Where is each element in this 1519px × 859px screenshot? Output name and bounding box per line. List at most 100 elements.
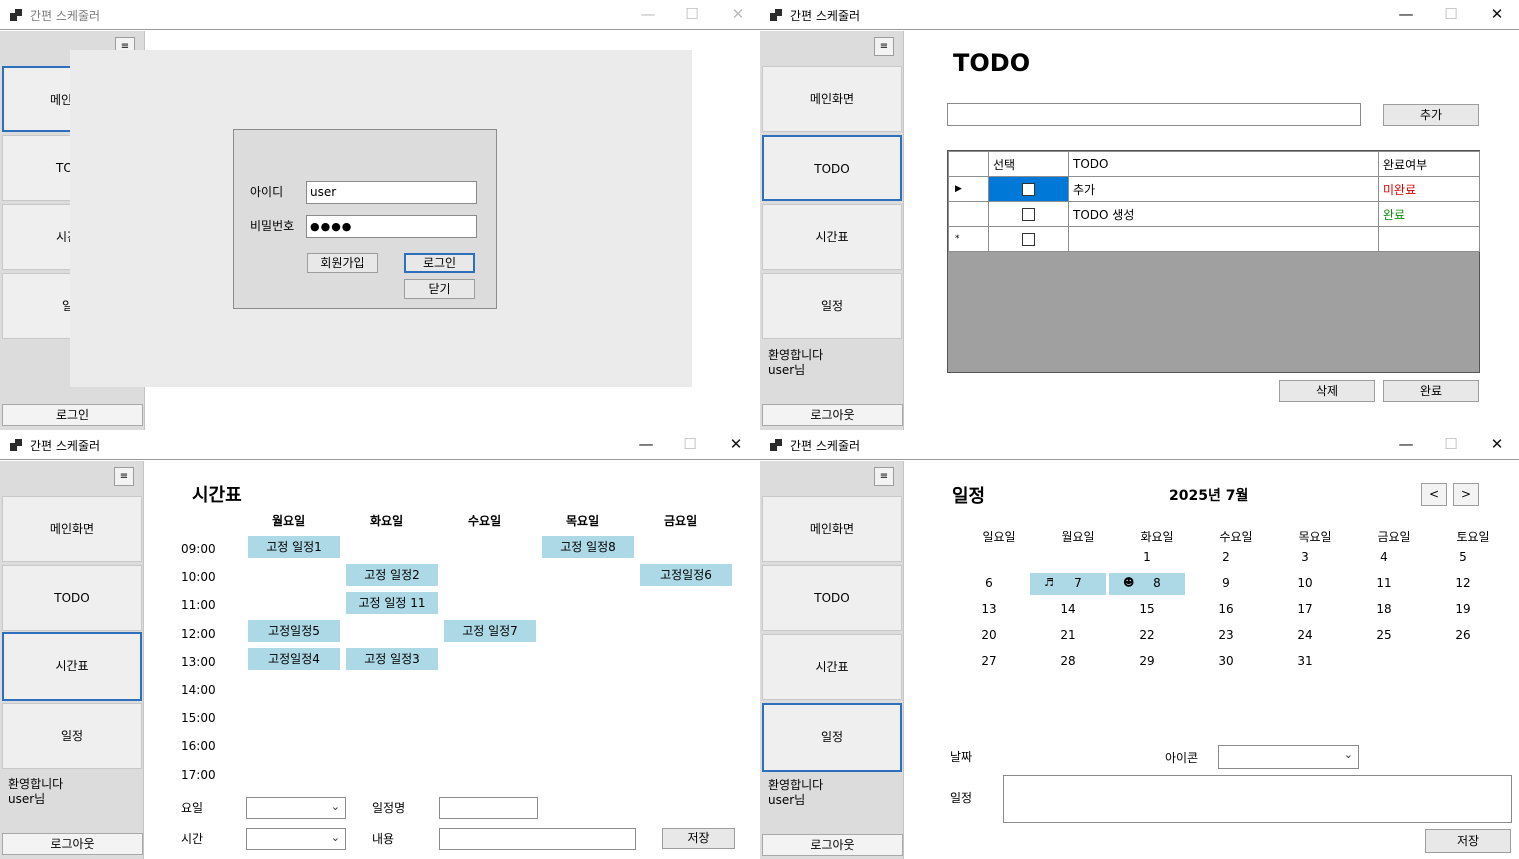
nav-todo[interactable]: TODO (762, 135, 902, 201)
dialog-login-button[interactable]: 로그인 (404, 253, 475, 273)
nav-timetable[interactable]: 시간표 (2, 632, 142, 701)
timetable-entry[interactable]: 고정 일정1 (248, 536, 340, 558)
maximize-button[interactable]: ☐ (1434, 433, 1468, 455)
calendar-day[interactable]: ♬ 7 (1030, 573, 1106, 595)
calendar-day[interactable]: 9 (1188, 573, 1264, 595)
dialog-close-button[interactable]: 닫기 (404, 279, 475, 299)
content-input[interactable] (439, 828, 636, 850)
calendar-day[interactable]: 12 (1425, 573, 1501, 595)
calendar-day[interactable]: 14 (1030, 599, 1106, 621)
close-button[interactable]: ✕ (1480, 3, 1514, 25)
next-month-button[interactable]: > (1453, 483, 1479, 506)
todo-row[interactable]: TODO 생성 완료 (948, 201, 1480, 227)
save-button[interactable]: 저장 (662, 828, 735, 849)
timetable-entry[interactable]: 고정 일정 11 (346, 592, 438, 614)
day-select[interactable]: ⌄ (246, 797, 346, 819)
maximize-button[interactable]: ☐ (675, 3, 709, 25)
row-header[interactable] (948, 201, 989, 227)
calendar-day[interactable]: 6 (951, 573, 1027, 595)
menu-icon[interactable]: ≡ (874, 37, 894, 56)
timetable-entry[interactable]: 고정 일정8 (542, 536, 634, 558)
calendar-day[interactable]: 11 (1346, 573, 1422, 595)
status-cell[interactable]: 완료 (1378, 201, 1480, 227)
timetable-entry[interactable]: 고정 일정2 (346, 564, 438, 586)
calendar-day[interactable]: 29 (1109, 651, 1185, 673)
todo-row[interactable]: ▶ 추가 미완료 (948, 176, 1480, 202)
complete-button[interactable]: 완료 (1383, 380, 1479, 402)
timetable-entry[interactable]: 고정 일정7 (444, 620, 536, 642)
icon-select[interactable]: ⌄ (1218, 745, 1359, 769)
calendar-day[interactable]: 5 (1425, 547, 1501, 569)
calendar-day[interactable]: 2 (1188, 547, 1264, 569)
logout-button[interactable]: 로그아웃 (762, 404, 903, 426)
maximize-button[interactable]: ☐ (673, 433, 707, 455)
save-button[interactable]: 저장 (1425, 829, 1511, 853)
nav-timetable[interactable]: 시간표 (762, 204, 902, 270)
time-select[interactable]: ⌄ (246, 828, 346, 850)
schedule-textarea[interactable] (1003, 775, 1512, 823)
close-button[interactable]: ✕ (719, 433, 753, 455)
nav-timetable[interactable]: 시간표 (762, 634, 902, 700)
delete-button[interactable]: 삭제 (1279, 380, 1375, 402)
minimize-button[interactable]: — (629, 433, 663, 455)
calendar-day[interactable]: 16 (1188, 599, 1264, 621)
nav-todo[interactable]: TODO (762, 565, 902, 631)
close-button[interactable]: ✕ (721, 3, 755, 25)
nav-schedule[interactable]: 일정 (762, 703, 902, 772)
close-button[interactable]: ✕ (1480, 433, 1514, 455)
prev-month-button[interactable]: < (1421, 483, 1447, 506)
minimize-button[interactable]: — (631, 3, 665, 25)
schedule-name-input[interactable] (439, 797, 538, 819)
column-header-todo[interactable]: TODO (1068, 151, 1379, 177)
timetable-entry[interactable]: 고정일정4 (248, 648, 340, 670)
calendar-day[interactable]: 31 (1267, 651, 1343, 673)
calendar-day[interactable]: 22 (1109, 625, 1185, 647)
calendar-day[interactable]: 28 (1030, 651, 1106, 673)
calendar-day[interactable]: 20 (951, 625, 1027, 647)
calendar-day[interactable]: 3 (1267, 547, 1343, 569)
menu-icon[interactable]: ≡ (114, 467, 134, 486)
calendar-day[interactable]: 21 (1030, 625, 1106, 647)
logout-button[interactable]: 로그아웃 (762, 834, 903, 856)
calendar-day[interactable]: 10 (1267, 573, 1343, 595)
calendar-day[interactable]: 24 (1267, 625, 1343, 647)
nav-schedule[interactable]: 일정 (2, 703, 142, 769)
select-checkbox[interactable] (1022, 208, 1035, 221)
select-checkbox[interactable] (1022, 233, 1035, 246)
calendar-day[interactable]: 23 (1188, 625, 1264, 647)
calendar-day[interactable]: 18 (1346, 599, 1422, 621)
calendar-day[interactable]: 19 (1425, 599, 1501, 621)
select-cell[interactable] (988, 201, 1069, 227)
maximize-button[interactable]: ☐ (1434, 3, 1468, 25)
select-checkbox[interactable] (1022, 183, 1035, 196)
select-cell[interactable] (988, 176, 1069, 202)
minimize-button[interactable]: — (1389, 433, 1423, 455)
logout-button[interactable]: 로그아웃 (2, 833, 143, 855)
todo-text-cell[interactable]: TODO 생성 (1068, 201, 1379, 227)
column-header-select[interactable]: 선택 (988, 151, 1069, 177)
todo-input[interactable] (947, 103, 1361, 126)
calendar-day[interactable]: 25 (1346, 625, 1422, 647)
todo-row[interactable]: * (948, 226, 1480, 252)
status-cell[interactable]: 미완료 (1378, 176, 1480, 202)
timetable-entry[interactable]: 고정일정5 (248, 620, 340, 642)
nav-schedule[interactable]: 일정 (762, 273, 902, 339)
todo-text-cell[interactable] (1068, 226, 1379, 252)
login-button[interactable]: 로그인 (2, 404, 143, 426)
status-cell[interactable] (1378, 226, 1480, 252)
nav-main[interactable]: 메인화면 (2, 496, 142, 562)
calendar-day[interactable]: 15 (1109, 599, 1185, 621)
timetable-entry[interactable]: 고정일정6 (640, 564, 732, 586)
row-header[interactable]: * (948, 226, 989, 252)
calendar-day[interactable]: 26 (1425, 625, 1501, 647)
nav-main[interactable]: 메인화면 (762, 496, 902, 562)
timetable-entry[interactable]: 고정 일정3 (346, 648, 438, 670)
signup-button[interactable]: 회원가입 (307, 253, 378, 273)
calendar-day[interactable]: 1 (1109, 547, 1185, 569)
calendar-day[interactable]: 4 (1346, 547, 1422, 569)
add-button[interactable]: 추가 (1383, 104, 1479, 126)
calendar-day[interactable]: 17 (1267, 599, 1343, 621)
column-header-status[interactable]: 완료여부 (1378, 151, 1480, 177)
calendar-day[interactable]: 13 (951, 599, 1027, 621)
calendar-day[interactable]: ☻ 8 (1109, 573, 1185, 595)
